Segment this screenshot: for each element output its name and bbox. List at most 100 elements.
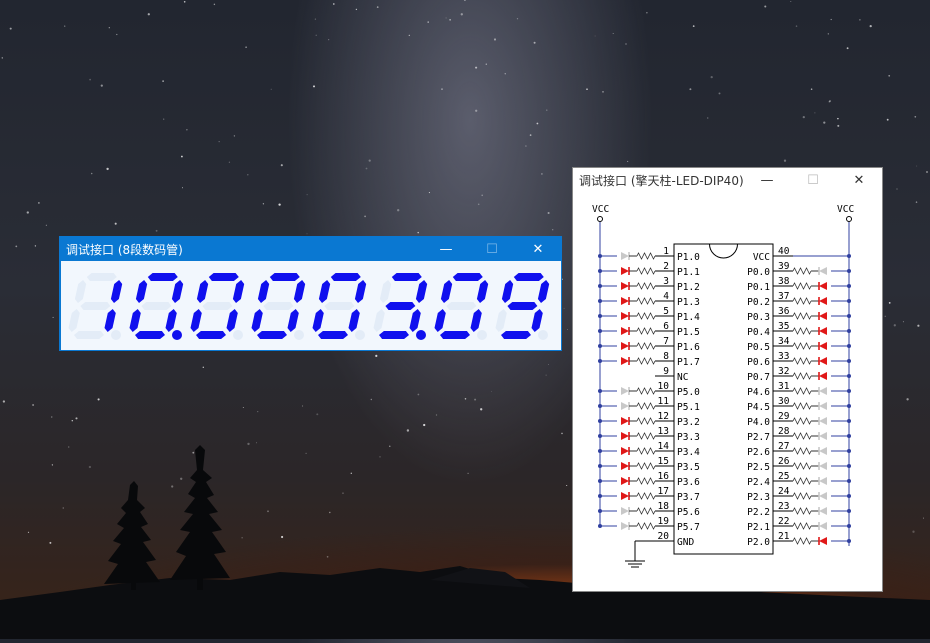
junction <box>598 329 602 333</box>
pin-label-34: P0.5 <box>747 342 770 353</box>
digit-5-segment-f <box>318 280 331 303</box>
digit-1-segment-g <box>80 302 111 310</box>
pin-number-14: 14 <box>658 441 670 452</box>
pin-number-1: 1 <box>663 246 669 257</box>
pin-label-22: P2.1 <box>747 522 770 533</box>
led-on <box>621 432 629 440</box>
resistor <box>792 402 812 410</box>
digit-8-segment-a <box>513 273 544 281</box>
junction <box>847 359 851 363</box>
junction <box>847 329 851 333</box>
digit-3-segment-g <box>202 302 233 310</box>
junction <box>847 449 851 453</box>
junction <box>598 299 602 303</box>
led-off <box>819 447 827 455</box>
digit-2-segment-g <box>141 302 172 310</box>
junction <box>847 509 851 513</box>
resistor <box>636 432 656 440</box>
pin-number-29: 29 <box>778 411 790 422</box>
pin-label-19: P5.7 <box>677 522 700 533</box>
led-dip40-window[interactable]: 调试接口 (擎天柱-LED-DIP40) — ☐ ✕ VCC VCC 1 P1.0… <box>572 167 883 592</box>
vcc-label-left: VCC <box>592 204 609 215</box>
resistor <box>636 492 656 500</box>
pin-label-33: P0.6 <box>747 357 770 368</box>
digit-5-segment-b <box>354 280 367 303</box>
digit-1-segment-e <box>68 309 80 332</box>
resistor <box>636 477 656 485</box>
seven-segment-window[interactable]: 调试接口 (8段数码管) — ☐ ✕ <box>59 236 562 351</box>
pin-label-31: P4.6 <box>747 387 770 398</box>
resistor <box>636 462 656 470</box>
pin-label-20: GND <box>677 537 694 548</box>
pin-label-7: P1.6 <box>677 342 700 353</box>
pin-number-11: 11 <box>658 396 670 407</box>
close-button[interactable]: ✕ <box>836 168 882 192</box>
pin-label-36: P0.3 <box>747 312 770 323</box>
pin-number-35: 35 <box>778 321 789 332</box>
pin-number-12: 12 <box>658 411 669 422</box>
resistor <box>636 327 656 335</box>
pin-label-26: P2.5 <box>747 462 770 473</box>
digit-7-segment-b <box>476 280 489 303</box>
pin-label-37: P0.2 <box>747 297 770 308</box>
pin-label-14: P3.4 <box>677 447 700 458</box>
vcc-label-right: VCC <box>837 204 854 215</box>
close-button[interactable]: ✕ <box>515 237 561 261</box>
junction <box>598 479 602 483</box>
digit-3-segment-a <box>208 273 239 281</box>
pin-number-16: 16 <box>658 471 670 482</box>
pin-label-6: P1.5 <box>677 327 700 338</box>
digit-4-decimal-point <box>294 330 304 340</box>
led-off <box>819 462 827 470</box>
pin-number-5: 5 <box>663 306 669 317</box>
pin-number-36: 36 <box>778 306 790 317</box>
pin-label-28: P2.7 <box>747 432 770 443</box>
pin-number-6: 6 <box>663 321 669 332</box>
window-title: 调试接口 (8段数码管) <box>66 242 183 257</box>
window-title: 调试接口 (擎天柱-LED-DIP40) <box>579 173 744 188</box>
digit-4-segment-e <box>251 309 263 332</box>
junction <box>847 314 851 318</box>
resistor <box>792 372 812 380</box>
junction <box>598 284 602 288</box>
digit-3-segment-c <box>226 309 238 332</box>
resistor <box>792 537 812 545</box>
led-on <box>621 447 629 455</box>
digit-6-decimal-point <box>416 330 426 340</box>
junction <box>598 464 602 468</box>
led-on <box>621 312 629 320</box>
minimize-button[interactable]: — <box>423 237 469 261</box>
digit-7-segment-a <box>452 273 483 281</box>
pin-label-30: P4.5 <box>747 402 770 413</box>
led-on <box>621 342 629 350</box>
led-on <box>621 492 629 500</box>
maximize-button: ☐ <box>807 172 819 188</box>
resistor <box>636 387 656 395</box>
pin-number-22: 22 <box>778 516 789 527</box>
digit-4-segment-f <box>257 280 270 303</box>
pin-label-17: P3.7 <box>677 492 700 503</box>
digit-3-decimal-point <box>233 330 243 340</box>
minimize-button[interactable]: — <box>744 168 790 192</box>
junction <box>598 344 602 348</box>
pin-number-33: 33 <box>778 351 789 362</box>
pin-number-20: 20 <box>658 531 670 542</box>
led-off <box>819 417 827 425</box>
led-on <box>819 282 827 290</box>
junction <box>847 404 851 408</box>
junction <box>598 494 602 498</box>
resistor <box>792 282 812 290</box>
vcc-terminal-right <box>846 216 852 222</box>
junction <box>847 269 851 273</box>
pin-number-10: 10 <box>658 381 670 392</box>
led-off <box>819 492 827 500</box>
pin-label-5: P1.4 <box>677 312 700 323</box>
pin-number-23: 23 <box>778 501 789 512</box>
junction <box>847 464 851 468</box>
pin-number-21: 21 <box>778 531 790 542</box>
pin-number-37: 37 <box>778 291 789 302</box>
pin-number-27: 27 <box>778 441 789 452</box>
pin-label-8: P1.7 <box>677 357 700 368</box>
digit-3-segment-f <box>196 280 209 303</box>
resistor <box>792 327 812 335</box>
